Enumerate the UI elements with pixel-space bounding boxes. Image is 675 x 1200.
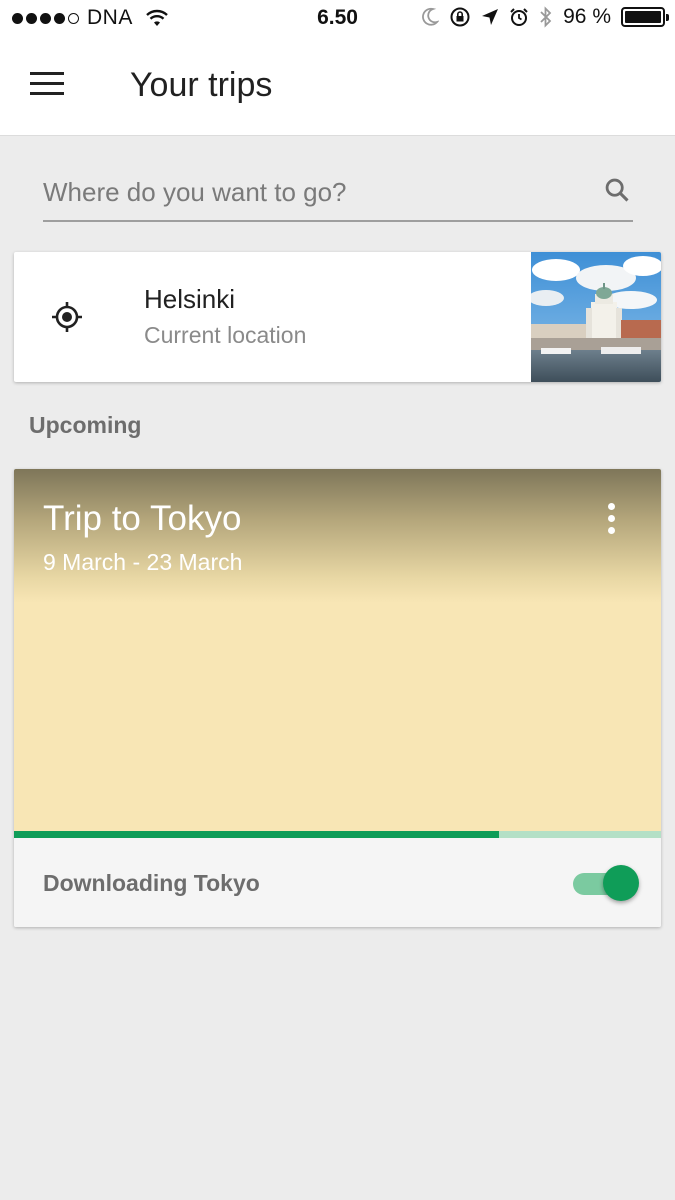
trip-hero-image: Trip to Tokyo 9 March - 23 March	[14, 469, 661, 831]
location-city: Helsinki	[144, 284, 236, 314]
my-location-icon	[52, 302, 82, 332]
toggle-thumb	[603, 865, 639, 901]
upcoming-section-header: Upcoming	[29, 412, 142, 438]
download-progress-bar	[14, 831, 661, 838]
trip-dates: 9 March - 23 March	[43, 549, 243, 575]
trip-card[interactable]: Trip to Tokyo 9 March - 23 March Downloa…	[14, 469, 661, 927]
location-subtitle: Current location	[144, 322, 307, 348]
do-not-disturb-moon-icon	[422, 7, 440, 26]
offline-download-toggle[interactable]	[573, 864, 639, 902]
battery-icon	[621, 7, 669, 27]
trip-footer: Downloading Tokyo	[14, 838, 661, 927]
search-bar	[43, 168, 633, 222]
current-location-card[interactable]: Helsinki Current location	[14, 252, 661, 382]
download-progress-fill	[14, 831, 500, 838]
city-photo	[531, 252, 661, 382]
more-options-icon[interactable]	[601, 503, 621, 537]
hamburger-menu-icon[interactable]	[30, 72, 68, 102]
search-icon[interactable]	[603, 176, 631, 204]
status-bar: DNA 6.50 96 %	[0, 0, 675, 38]
search-input[interactable]	[43, 168, 583, 216]
rotation-lock-icon	[450, 7, 470, 27]
battery-percent: 96 %	[563, 5, 611, 28]
app-bar: Your trips	[0, 38, 675, 136]
location-arrow-icon	[482, 9, 499, 25]
page-title: Your trips	[130, 66, 273, 104]
bluetooth-icon	[540, 6, 552, 28]
status-bar-right: 96 %	[421, 5, 669, 29]
download-status-label: Downloading Tokyo	[43, 870, 260, 896]
alarm-clock-icon	[510, 8, 528, 26]
trip-title: Trip to Tokyo	[43, 499, 242, 538]
